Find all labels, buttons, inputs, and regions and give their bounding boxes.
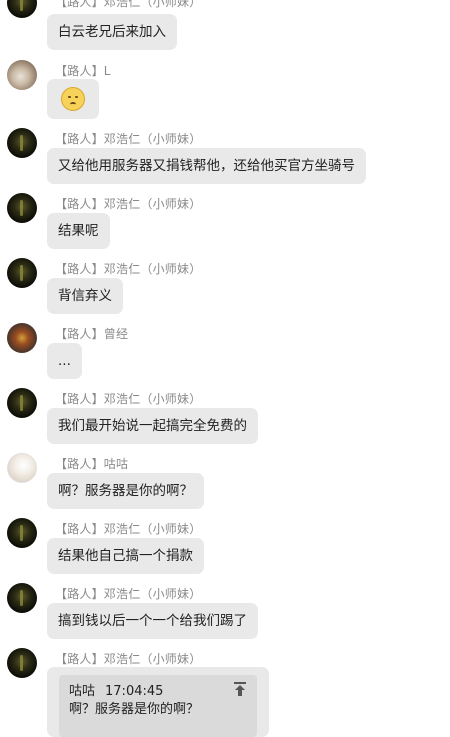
message-bubble[interactable]: 啊？服务器是你的啊？ xyxy=(47,473,204,509)
sender-name: 【路人】咕咕 xyxy=(55,457,129,471)
message-bubble[interactable]: 咕咕 17:04:45 啊？服务器是你的啊？ xyxy=(47,667,269,737)
sender-name: 【路人】邓浩仁（小师妹） xyxy=(55,587,202,601)
message-bubble[interactable] xyxy=(47,79,99,119)
message-bubble[interactable]: 又给他用服务器又捐钱帮他，还给他买官方坐骑号 xyxy=(47,148,366,184)
message-bubble[interactable]: 我们最开始说一起搞完全免费的 xyxy=(47,408,258,444)
avatar[interactable] xyxy=(7,518,37,548)
avatar[interactable] xyxy=(7,323,37,353)
sad-face-emoji-icon xyxy=(61,87,85,111)
avatar[interactable] xyxy=(7,648,37,678)
quote-header: 咕咕 17:04:45 xyxy=(69,680,163,699)
avatar[interactable] xyxy=(7,128,37,158)
message-bubble[interactable]: ... xyxy=(47,343,82,379)
sender-name: 【路人】邓浩仁（小师妹） xyxy=(55,0,202,9)
message-bubble[interactable]: 结果他自己搞一个捐款 xyxy=(47,538,204,574)
quote-time: 17:04:45 xyxy=(105,684,164,699)
sender-name: 【路人】曾经 xyxy=(55,327,129,341)
sender-name: 【路人】邓浩仁（小师妹） xyxy=(55,262,202,276)
avatar[interactable] xyxy=(7,453,37,483)
sender-name: 【路人】邓浩仁（小师妹） xyxy=(55,392,202,406)
sender-name: 【路人】L xyxy=(55,64,111,78)
avatar[interactable] xyxy=(7,388,37,418)
quote-author: 咕咕 xyxy=(69,684,96,699)
avatar[interactable] xyxy=(7,258,37,288)
avatar[interactable] xyxy=(7,60,37,90)
jump-to-top-icon[interactable] xyxy=(233,681,247,697)
quoted-message[interactable]: 咕咕 17:04:45 啊？服务器是你的啊？ xyxy=(59,675,257,737)
quote-text: 啊？服务器是你的啊？ xyxy=(69,702,200,717)
message-bubble[interactable]: 白云老兄后来加入 xyxy=(47,14,177,50)
sender-name: 【路人】邓浩仁（小师妹） xyxy=(55,652,202,666)
sender-name: 【路人】邓浩仁（小师妹） xyxy=(55,522,202,536)
message-bubble[interactable]: 搞到钱以后一个一个给我们踢了 xyxy=(47,603,258,639)
sender-name: 【路人】邓浩仁（小师妹） xyxy=(55,197,202,211)
sender-name: 【路人】邓浩仁（小师妹） xyxy=(55,132,202,146)
avatar[interactable] xyxy=(7,583,37,613)
message-bubble[interactable]: 结果呢 xyxy=(47,213,110,249)
avatar[interactable] xyxy=(7,0,37,18)
avatar[interactable] xyxy=(7,193,37,223)
message-bubble[interactable]: 背信弃义 xyxy=(47,278,123,314)
